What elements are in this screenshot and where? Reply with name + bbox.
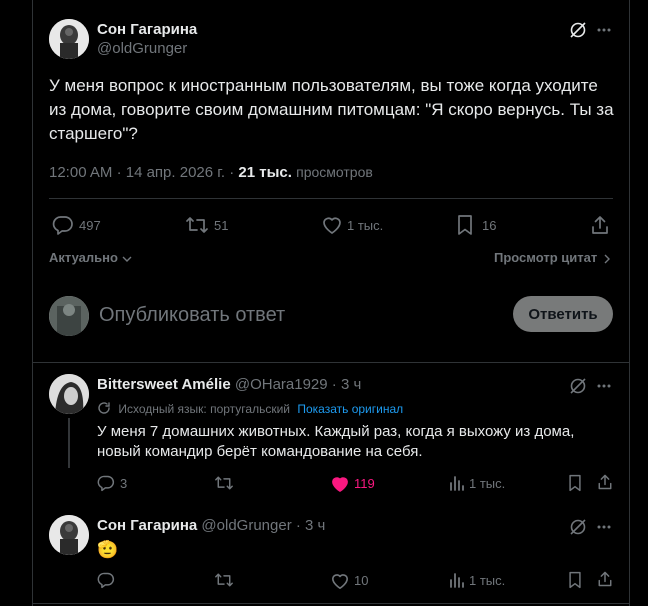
chevron-down-icon — [122, 256, 132, 262]
reply-icon[interactable] — [52, 214, 74, 236]
post-text: У меня вопрос к иностранным пользователя… — [49, 76, 614, 143]
reply-header: Сон Гагарина @oldGrunger · 3 ч — [97, 517, 325, 534]
more-icon[interactable] — [596, 521, 612, 533]
composer-avatar-image — [49, 296, 89, 336]
composer-avatar — [49, 296, 89, 336]
show-original-link[interactable]: Показать оригинал — [297, 402, 403, 416]
post-meta: 12:00 AM · 14 апр. 2026 г. · 21 тыс. про… — [49, 164, 373, 181]
bookmark-count: 16 — [482, 218, 497, 233]
meta-separator: · — [295, 517, 306, 534]
share-icon[interactable] — [589, 214, 611, 236]
avatar[interactable] — [49, 515, 89, 555]
reply-text: У меня 7 домашних животных. Каждый раз, … — [97, 423, 575, 460]
bookmark-icon[interactable] — [456, 214, 474, 236]
views-icon[interactable] — [449, 474, 465, 492]
reply-time[interactable]: 3 ч — [305, 517, 325, 534]
reply-header: Bittersweet Amélie @OHara1929 · 3 ч — [97, 376, 361, 393]
views-count: 1 тыс. — [469, 476, 506, 491]
post-time[interactable]: 12:00 AM — [49, 164, 112, 181]
grok-icon[interactable] — [569, 21, 587, 39]
views-label: просмотров — [296, 164, 373, 180]
reply-icon[interactable] — [97, 474, 115, 492]
grok-icon[interactable] — [569, 518, 587, 536]
views-icon[interactable] — [449, 571, 465, 589]
like-count: 119 — [354, 476, 375, 491]
reply-icon[interactable] — [97, 571, 115, 589]
view-quotes-label: Просмотр цитат — [494, 250, 598, 265]
translate-icon — [98, 402, 110, 414]
reply-author-name[interactable]: Сон Гагарина — [97, 517, 197, 534]
like-count: 10 — [354, 573, 369, 588]
grok-icon[interactable] — [569, 377, 587, 395]
like-icon[interactable] — [330, 572, 350, 590]
author-handle[interactable]: @oldGrunger — [97, 40, 187, 57]
reply-input[interactable]: Опубликовать ответ — [99, 304, 285, 327]
repost-count: 51 — [214, 218, 229, 233]
post-date[interactable]: 14 апр. 2026 г. — [126, 164, 225, 181]
divider — [33, 362, 629, 363]
sort-label: Актуально — [49, 250, 118, 265]
avatar-image — [49, 515, 89, 555]
reply-author-name[interactable]: Bittersweet Amélie — [97, 376, 231, 393]
share-icon[interactable] — [596, 473, 614, 491]
translation-note: Исходный язык: португальский — [118, 402, 290, 416]
view-quotes-link[interactable]: Просмотр цитат — [494, 250, 611, 265]
reply-author-handle[interactable]: @oldGrunger — [201, 517, 291, 534]
more-icon[interactable] — [596, 380, 612, 392]
reply-button[interactable]: Ответить — [513, 296, 613, 332]
avatar-image — [49, 374, 89, 414]
like-icon[interactable] — [330, 475, 350, 493]
thread-line — [68, 418, 70, 468]
reply-author-handle[interactable]: @OHara1929 — [235, 376, 328, 393]
reply-time[interactable]: 3 ч — [341, 376, 361, 393]
like-count: 1 тыс. — [347, 218, 384, 233]
meta-separator: · — [116, 164, 126, 181]
views-count: 21 тыс. — [238, 164, 292, 181]
views-count: 1 тыс. — [469, 573, 506, 588]
author-name[interactable]: Сон Гагарина — [97, 21, 197, 38]
sort-dropdown[interactable]: Актуально — [49, 250, 132, 265]
translation-notice: Исходный язык: португальский Показать ор… — [97, 401, 403, 416]
more-icon[interactable] — [596, 24, 612, 36]
repost-icon[interactable] — [185, 214, 209, 236]
avatar[interactable] — [49, 374, 89, 414]
bookmark-icon[interactable] — [567, 571, 583, 589]
divider — [33, 603, 629, 604]
timeline-column: Сон Гагарина @oldGrunger У меня вопрос к… — [32, 0, 630, 606]
share-icon[interactable] — [596, 570, 614, 588]
meta-separator: · — [331, 376, 341, 393]
avatar-image — [49, 19, 89, 59]
reply-count: 3 — [120, 476, 128, 491]
reply-count: 497 — [79, 218, 101, 233]
avatar[interactable] — [49, 19, 89, 59]
like-icon[interactable] — [321, 215, 343, 235]
chevron-right-icon — [604, 254, 610, 264]
reply-text: 🫡 — [97, 540, 119, 559]
repost-icon[interactable] — [214, 474, 234, 492]
bookmark-icon[interactable] — [567, 474, 583, 492]
divider — [49, 198, 613, 199]
repost-icon[interactable] — [214, 571, 234, 589]
